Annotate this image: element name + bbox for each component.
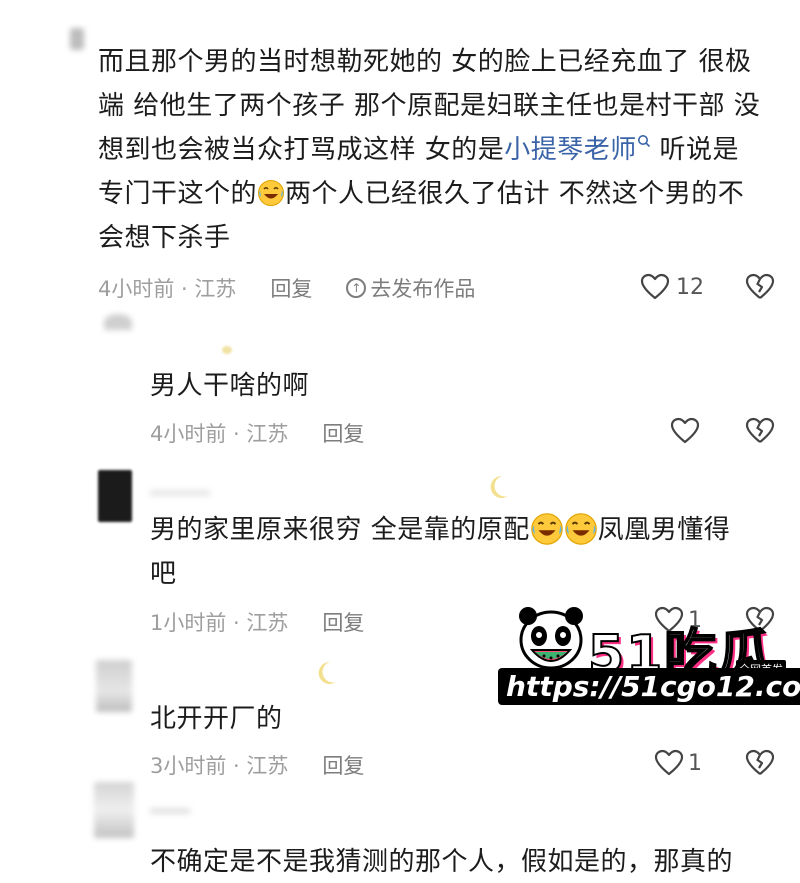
moon-decoration xyxy=(222,346,232,354)
dislike-button[interactable] xyxy=(745,749,775,777)
heart-icon xyxy=(670,417,700,444)
publish-label: 去发布作品 xyxy=(370,277,476,301)
avatar[interactable] xyxy=(98,470,132,522)
search-icon[interactable] xyxy=(637,134,651,148)
reply-button[interactable]: 回复 xyxy=(322,418,364,448)
timestamp-location: 4小时前 · 江苏 xyxy=(98,277,237,301)
reply-button[interactable]: 回复 xyxy=(322,750,364,780)
comment-text: 男的家里原来很穷 全是靠的原配 凤凰男懂得 吧 xyxy=(150,508,780,596)
timestamp-location: 3小时前 · 江苏 xyxy=(150,754,289,778)
comment-line-text: 两个人已经很久了估计 不然这个男的不 xyxy=(285,179,745,209)
comment-text: 不确定是不是我猜测的那个人，假如是的，那真的 xyxy=(150,847,734,877)
comment-line: 会想下杀手 xyxy=(98,223,231,253)
laughing-crying-emoji-icon xyxy=(258,180,285,206)
comment-line: 想到也会被当众打骂成这样 女的是小提琴老师 听说是 xyxy=(98,128,788,172)
comment-text: 北开开厂的 xyxy=(150,704,283,734)
comment-line-text: 想到也会被当众打骂成这样 女的是 xyxy=(98,135,505,165)
reply-button[interactable]: 回复 xyxy=(322,607,364,637)
heart-icon xyxy=(654,749,684,776)
moon-decoration xyxy=(316,660,338,686)
avatar[interactable] xyxy=(96,660,132,712)
reply-button[interactable]: 回复 xyxy=(270,273,312,303)
comment-text: 而且那个男的当时想勒死她的 女的脸上已经充血了 很极 端 给他生了两个孩子 那个… xyxy=(98,40,788,260)
like-count: 12 xyxy=(676,274,704,300)
comment-meta: 1小时前 · 江苏 回复 xyxy=(150,607,364,637)
comment-meta: 4小时前 · 江苏 回复 ↑ 去发布作品 xyxy=(98,273,475,303)
comment-line: 男的家里原来很穷 全是靠的原配 凤凰男懂得 xyxy=(150,508,780,552)
broken-heart-icon xyxy=(745,417,775,443)
comment-line-text: 专门干这个的 xyxy=(98,179,258,209)
username-blur xyxy=(150,808,190,814)
avatar[interactable] xyxy=(94,782,134,838)
comment-line: 吧 xyxy=(150,559,177,589)
comment-meta: 3小时前 · 江苏 回复 xyxy=(150,750,364,780)
laughing-crying-emoji-icon xyxy=(564,513,597,545)
comment-line: 端 给他生了两个孩子 那个原配是妇联主任也是村干部 没 xyxy=(98,91,761,121)
timestamp-location: 4小时前 · 江苏 xyxy=(150,422,289,446)
comment-line: 专门干这个的 两个人已经很久了估计 不然这个男的不 xyxy=(98,172,788,216)
heart-icon xyxy=(640,273,670,300)
comment-line-text: 听说是 xyxy=(650,135,740,165)
search-link[interactable]: 小提琴老师 xyxy=(504,135,637,165)
comment-meta: 4小时前 · 江苏 回复 xyxy=(150,418,364,448)
comment-line: 而且那个男的当时想勒死她的 女的脸上已经充血了 很极 xyxy=(98,47,752,77)
like-button[interactable]: 12 xyxy=(640,273,704,301)
broken-heart-icon xyxy=(745,749,775,775)
publish-work-button[interactable]: ↑ 去发布作品 xyxy=(346,273,475,303)
like-count: 1 xyxy=(688,750,702,776)
like-button[interactable] xyxy=(670,417,700,445)
avatar[interactable] xyxy=(104,314,132,330)
username-blur xyxy=(150,490,210,496)
comment-line-text: 男的家里原来很穷 全是靠的原配 xyxy=(150,515,530,545)
panda-mascot-icon xyxy=(519,607,583,670)
dislike-button[interactable] xyxy=(745,417,775,445)
like-button[interactable]: 1 xyxy=(654,749,702,777)
watermark-url: https://51cgo12.com xyxy=(498,668,800,705)
moon-decoration xyxy=(488,474,510,500)
avatar[interactable] xyxy=(70,28,84,50)
timestamp-location: 1小时前 · 江苏 xyxy=(150,611,289,635)
comment-line-text: 凤凰男懂得 xyxy=(597,515,731,545)
upload-icon: ↑ xyxy=(346,278,367,298)
dislike-button[interactable] xyxy=(745,273,775,301)
comment-text: 男人干啥的啊 xyxy=(150,371,310,401)
laughing-crying-emoji-icon xyxy=(530,513,563,545)
broken-heart-icon xyxy=(745,273,775,299)
